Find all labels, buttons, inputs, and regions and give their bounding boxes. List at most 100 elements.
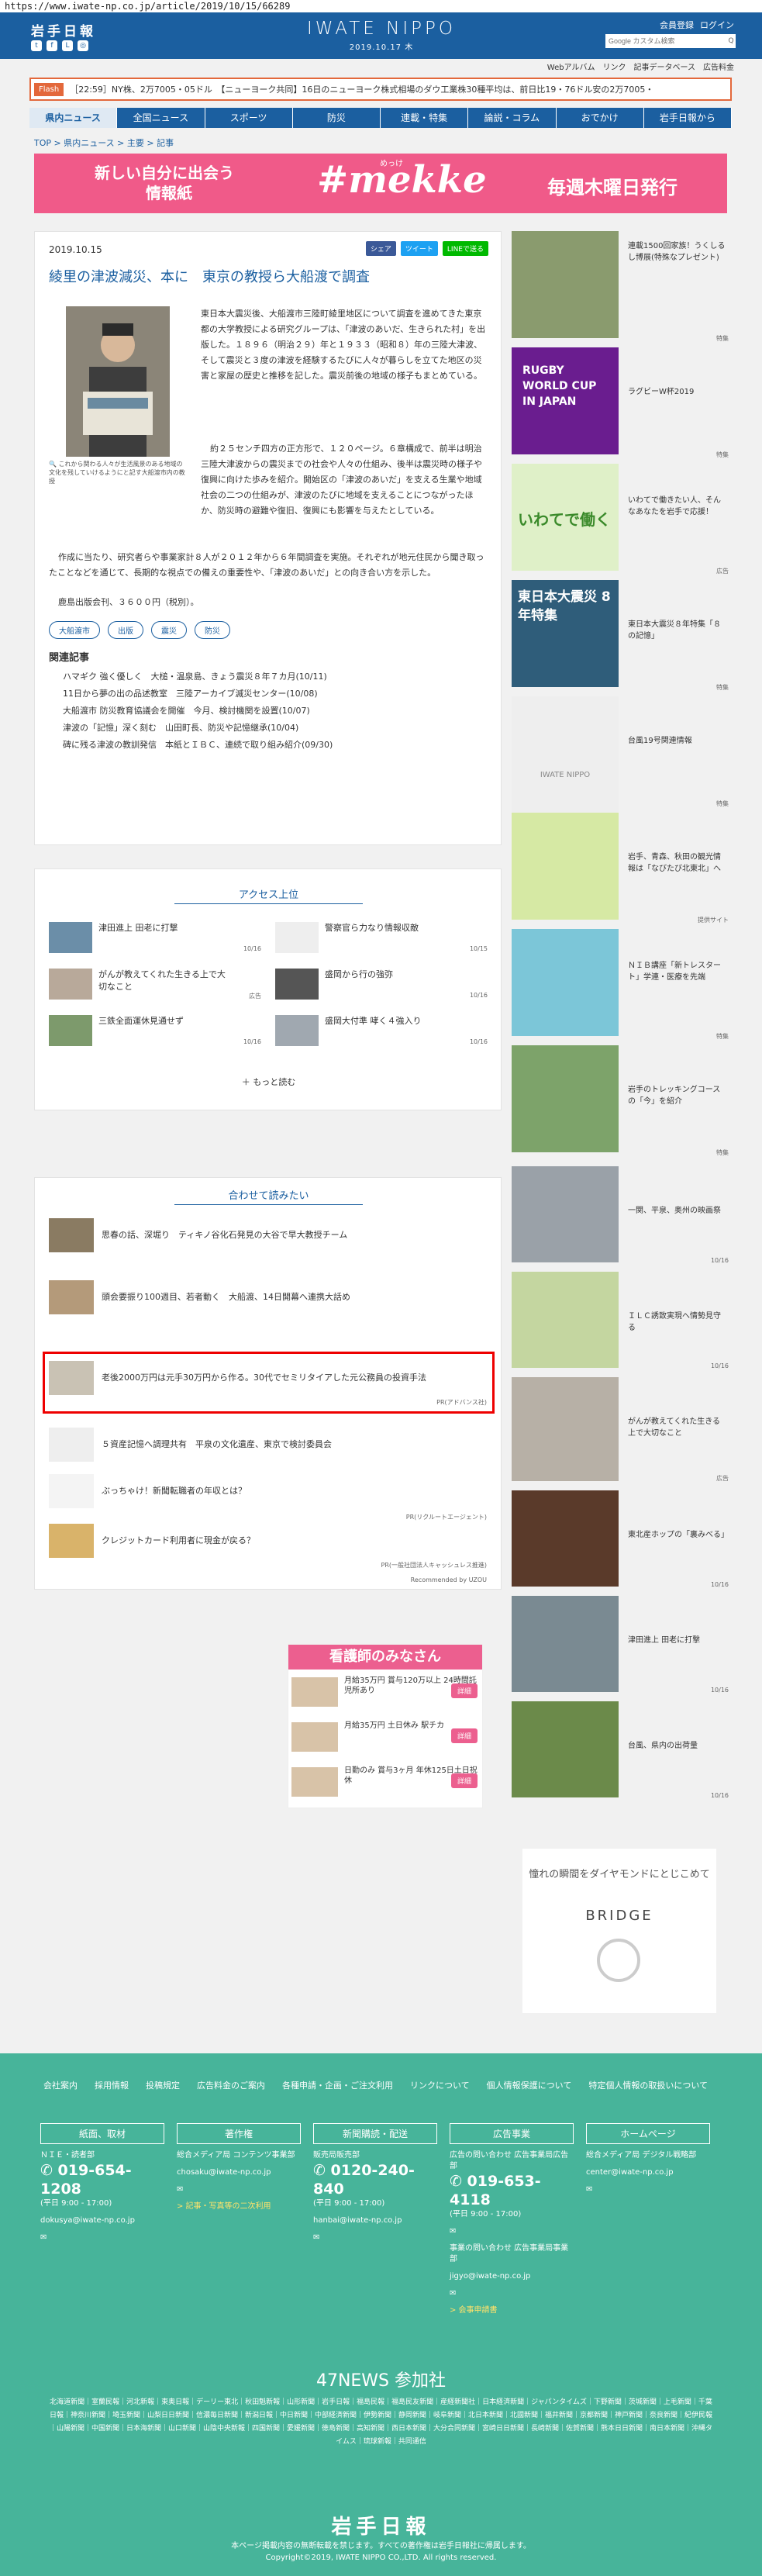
nav-features[interactable]: 連載・特集 xyxy=(381,108,469,128)
twitter-icon[interactable]: t xyxy=(31,40,42,51)
sidebar-item[interactable]: 岩手のトレッキングコースの「今」を紹介 特集 xyxy=(512,1045,729,1160)
search-input[interactable] xyxy=(605,34,728,48)
nav-sports[interactable]: スポーツ xyxy=(205,108,293,128)
mail-icon[interactable]: ✉ xyxy=(586,2184,710,2195)
sublink-links[interactable]: リンク xyxy=(603,60,626,72)
ad-row[interactable]: 月給35万円 土日休み 駅チカ 詳細 xyxy=(288,1718,484,1755)
email-link[interactable]: dokusya@iwate-np.co.jp xyxy=(40,2215,164,2226)
more-button[interactable]: ＋ もっと読む xyxy=(35,1076,502,1088)
related-item[interactable]: ハマギク 強く優しく 大槌・温泉島、きょう震災８年７カ月(10/11) xyxy=(63,668,333,685)
nav-disaster[interactable]: 防災 xyxy=(293,108,381,128)
nav-national-news[interactable]: 全国ニュース xyxy=(117,108,205,128)
related-item[interactable]: 津波の「記憶」深く刻む 山田町長、防災や記憶継承(10/04) xyxy=(63,720,333,737)
footer-link[interactable]: 広告料金のご案内 xyxy=(197,2078,265,2094)
login-link[interactable]: ログイン xyxy=(700,19,734,31)
ad-detail-button[interactable]: 詳細 xyxy=(450,1728,478,1743)
phone[interactable]: ✆ 0120-240-840 xyxy=(313,2161,437,2198)
footer-link[interactable]: 投稿規定 xyxy=(146,2078,180,2094)
sidebar-item[interactable]: ＮＩＢ講座「新トレスタート」学連・医療を先端 特集 xyxy=(512,929,729,1044)
footer-link[interactable]: 採用情報 xyxy=(95,2078,129,2094)
center-logo[interactable]: IWATE NIPPO 2019.10.17 木 xyxy=(304,19,459,52)
sidebar-item[interactable]: 東日本大震災 8年特集 東日本大震災８年特集「８の記憶」 特集 xyxy=(512,580,729,695)
sublink-adrates[interactable]: 広告料金 xyxy=(703,60,734,72)
rank-item[interactable]: 警察官ら力なり情報収敵 10/15 xyxy=(275,922,488,953)
ad-detail-button[interactable]: 詳細 xyxy=(450,1683,478,1698)
sidebar-item[interactable]: 一関、平泉、奥州の映画祭 10/16 xyxy=(512,1166,729,1267)
email-link[interactable]: hanbai@iwate-np.co.jp xyxy=(313,2215,437,2226)
email-link[interactable]: jigyo@iwate-np.co.jp xyxy=(450,2271,574,2282)
footer-link[interactable]: 個人情報保護について xyxy=(487,2078,572,2094)
tweet-button[interactable]: ツイート xyxy=(400,241,438,256)
rank-item[interactable]: がんが教えてくれた生きる上で大切なこと 広告 xyxy=(49,969,261,1000)
recommend-label[interactable]: Recommended by UZOU xyxy=(411,1576,487,1583)
nav-from-nippo[interactable]: 岩手日報から xyxy=(644,108,732,128)
sublink-album[interactable]: Webアルバム xyxy=(547,60,595,72)
ad-detail-button[interactable]: 詳細 xyxy=(450,1773,478,1788)
mail-icon[interactable]: ✉ xyxy=(313,2232,437,2243)
read-item[interactable]: ５資産記憶へ調理共有 平泉の文化遺産、東京で検討委員会 xyxy=(49,1428,332,1462)
instagram-icon[interactable]: ◎ xyxy=(78,40,88,51)
sublink-database[interactable]: 記事データベース xyxy=(634,60,696,72)
nav-columns[interactable]: 論説・コラム xyxy=(468,108,557,128)
sidebar-item[interactable]: 津田進上 田老に打撃 10/16 xyxy=(512,1596,729,1697)
rank-item[interactable]: 盛岡大付準 哮く４強入り 10/16 xyxy=(275,1015,488,1046)
reuse-link[interactable]: > 記事・写真等の二次利用 xyxy=(177,2201,301,2212)
footer-link[interactable]: リンクについて xyxy=(410,2078,470,2094)
sidebar-item[interactable]: いわてで働く いわてで働きたい人、そんなあなたを岩手で応援！ 広告 xyxy=(512,464,729,578)
rank-item[interactable]: 盛岡から行の強弥 10/16 xyxy=(275,969,488,1000)
rank-item[interactable]: 津田進上 田老に打撃 10/16 xyxy=(49,922,261,953)
ad-row[interactable]: 日勤のみ 賞与3ヶ月 年休125日土日祝休 詳細 xyxy=(288,1763,484,1800)
sidebar-item[interactable]: 台風、県内の出荷量 10/16 xyxy=(512,1701,729,1802)
article-photo[interactable] xyxy=(66,306,170,457)
ad-row[interactable]: 月給35万円 賞与120万以上 24時間託児所あり 詳細 xyxy=(288,1673,484,1710)
search-icon[interactable]: Q xyxy=(726,34,736,48)
mail-icon[interactable]: ✉ xyxy=(40,2232,164,2243)
footer-link[interactable]: 各種申請・企画・ご注文利用 xyxy=(282,2078,393,2094)
related-item[interactable]: 11日から夢の出の品述教室 三陸アーカイブ滅災センター(10/08) xyxy=(63,685,333,703)
email-link[interactable]: chosaku@iwate-np.co.jp xyxy=(177,2167,301,2178)
rank-item[interactable]: 三鉄全面運休見通せず 10/16 xyxy=(49,1015,261,1046)
phone[interactable]: ✆ 019-653-4118 xyxy=(450,2172,574,2209)
line-icon[interactable]: L xyxy=(62,40,73,51)
47news-list[interactable]: 北海道新聞｜室蘭民報｜河北新報｜東奥日報｜デーリー東北｜秋田魁新報｜山形新聞｜岩… xyxy=(50,2396,712,2449)
sidebar-item[interactable]: RUGBY WORLD CUP IN JAPAN ラグビーW杯2019 特集 xyxy=(512,347,729,462)
register-link[interactable]: 会員登録 xyxy=(660,19,694,31)
footer-link[interactable]: 会社案内 xyxy=(43,2078,78,2094)
email-link[interactable]: center@iwate-np.co.jp xyxy=(586,2167,710,2178)
nav-local-news[interactable]: 県内ニュース xyxy=(29,108,118,128)
footer-link[interactable]: 特定個人情報の取扱いについて xyxy=(588,2078,708,2094)
read-item[interactable]: 老後2000万円は元手30万円から作る。30代でセミリタイアした元公務員の投資手… xyxy=(49,1361,483,1395)
sidebar-item[interactable]: IWATE NIPPO 台風19号関連情報 特集 xyxy=(512,696,729,845)
nav-outings[interactable]: おでかけ xyxy=(557,108,644,128)
mail-icon[interactable]: ✉ xyxy=(177,2184,301,2195)
breadcrumb[interactable]: TOP > 県内ニュース > 主要 > 記事 xyxy=(34,136,174,149)
application-link[interactable]: > 会事申請書 xyxy=(450,2305,574,2316)
phone[interactable]: ✆ 019-654-1208 xyxy=(40,2161,164,2198)
sidebar-item[interactable]: 連載1500回家族！うくしるし博展(特殊なプレゼント) 特集 xyxy=(512,231,729,346)
related-item[interactable]: 碑に残る津波の教訓発信 本紙とＩＢＣ、連続で取り組み紹介(09/30) xyxy=(63,737,333,754)
footer-logo[interactable]: 岩手日報 xyxy=(0,2511,762,2540)
flash-news[interactable]: Flash ［22:59］NY株、2万7005・05ドル 【ニューヨーク共同】1… xyxy=(29,78,732,101)
mail-icon[interactable]: ✉ xyxy=(450,2288,574,2299)
tag[interactable]: 震災 xyxy=(151,621,187,639)
site-logo[interactable]: 岩手日報 xyxy=(31,20,96,40)
tag[interactable]: 出版 xyxy=(108,621,143,639)
facebook-icon[interactable]: f xyxy=(47,40,57,51)
read-item[interactable]: クレジットカード利用者に現金が戻る？ xyxy=(49,1524,255,1558)
sidebar-item[interactable]: 岩手、青森、秋田の観光情報は「なびたび北東北」へ 提供サイト xyxy=(512,813,729,927)
mail-icon[interactable]: ✉ xyxy=(450,2226,574,2237)
read-item[interactable]: ぶっちゃけ！新聞転職者の年収とは？ xyxy=(49,1474,247,1508)
flash-text[interactable]: ［22:59］NY株、2万7005・05ドル 【ニューヨーク共同】16日のニュー… xyxy=(70,83,653,95)
line-share-button[interactable]: LINEで送る xyxy=(442,241,488,256)
bridge-ad[interactable]: 憧れの瞬間をダイヤモンドにとじこめて BRIDGE xyxy=(522,1849,716,2013)
tag[interactable]: 防災 xyxy=(195,621,230,639)
read-item[interactable]: 頭会要振り100週目、若者動く 大船渡、14日開幕へ連携大話め xyxy=(49,1280,350,1314)
facebook-share-button[interactable]: シェア xyxy=(365,241,396,256)
sidebar-item[interactable]: 東北産ホップの「裏みべる」 10/16 xyxy=(512,1490,729,1591)
sidebar-item[interactable]: ＩＬＣ誘致実現へ情勢見守る 10/16 xyxy=(512,1272,729,1373)
nurse-ad[interactable]: 看護師のみなさん 月給35万円 賞与120万以上 24時間託児所あり 詳細 月給3… xyxy=(288,1644,483,1808)
related-item[interactable]: 大船渡市 防災教育協議会を開催 今月、検討機関を設置(10/07) xyxy=(63,703,333,720)
sidebar-item[interactable]: がんが教えてくれた生きる上で大切なこと 広告 xyxy=(512,1377,729,1486)
mekke-banner[interactable]: 新しい自分に出会う 情報紙 #mekke めっけ 毎週木曜日発行 xyxy=(34,154,727,213)
read-item[interactable]: 思春の話、深堀り ティキノ谷化石発見の大谷で早大教授チーム xyxy=(49,1218,347,1252)
